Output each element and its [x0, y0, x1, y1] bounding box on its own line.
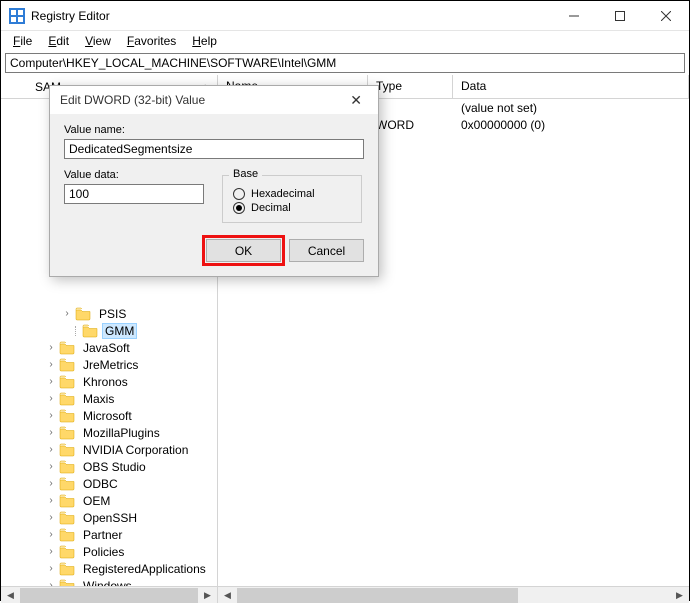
scroll-left-icon[interactable]: ◀	[219, 588, 236, 603]
tree-item[interactable]: › Maxis	[1, 390, 217, 407]
base-group: Base Hexadecimal Decimal	[222, 175, 362, 223]
chevron-right-icon[interactable]: ›	[45, 427, 57, 439]
dialog-close-button[interactable]: ✕	[344, 90, 368, 111]
scroll-right-icon[interactable]: ▶	[199, 588, 216, 603]
tree-item-label: MozillaPlugins	[83, 426, 160, 440]
menu-help[interactable]: Help	[184, 32, 225, 50]
chevron-right-icon[interactable]: ›	[45, 393, 57, 405]
cell-type: WORD	[368, 118, 453, 132]
chevron-right-icon[interactable]: ›	[45, 376, 57, 388]
tree-item-label: PSIS	[99, 307, 126, 321]
tree-item[interactable]: › JreMetrics	[1, 356, 217, 373]
tree-hscroll[interactable]: ◀ ▶	[1, 586, 218, 603]
tree-item[interactable]: › JavaSoft	[1, 339, 217, 356]
address-text: Computer\HKEY_LOCAL_MACHINE\SOFTWARE\Int…	[10, 56, 336, 70]
col-data-header[interactable]: Data	[453, 75, 689, 98]
close-button[interactable]	[643, 1, 689, 30]
tree-item[interactable]: › OEM	[1, 492, 217, 509]
address-bar[interactable]: Computer\HKEY_LOCAL_MACHINE\SOFTWARE\Int…	[5, 53, 685, 73]
value-name-input[interactable]	[64, 139, 364, 159]
tree-item[interactable]: › RegisteredApplications	[1, 560, 217, 577]
window-title: Registry Editor	[31, 9, 551, 23]
menu-favorites[interactable]: Favorites	[119, 32, 184, 50]
tree-item-label: Khronos	[83, 375, 128, 389]
tree-item-label: OpenSSH	[83, 511, 137, 525]
tree-item-label: GMM	[105, 324, 134, 338]
col-type-header[interactable]: Type	[368, 75, 453, 98]
value-name-label: Value name:	[64, 124, 364, 136]
chevron-right-icon[interactable]: ›	[45, 410, 57, 422]
ok-button[interactable]: OK	[206, 239, 281, 262]
tree-item-label: JreMetrics	[83, 358, 138, 372]
chevron-right-icon[interactable]: ›	[45, 580, 57, 587]
tree-item[interactable]: › OpenSSH	[1, 509, 217, 526]
chevron-right-icon[interactable]: ›	[45, 563, 57, 575]
tree-item[interactable]: › Policies	[1, 543, 217, 560]
tree-item[interactable]: › ODBC	[1, 475, 217, 492]
radio-icon	[233, 188, 245, 200]
chevron-right-icon[interactable]: ›	[45, 342, 57, 354]
chevron-right-icon[interactable]: ›	[45, 478, 57, 490]
tree-item[interactable]: › Partner	[1, 526, 217, 543]
cell-data: (value not set)	[453, 101, 689, 115]
menubar: File Edit View Favorites Help	[1, 31, 689, 51]
value-data-label: Value data:	[64, 169, 204, 181]
scroll-thumb[interactable]	[20, 588, 198, 603]
chevron-right-icon[interactable]: ›	[45, 461, 57, 473]
menu-view[interactable]: View	[77, 32, 119, 50]
edit-dword-dialog: Edit DWORD (32-bit) Value ✕ Value name: …	[49, 85, 379, 277]
menu-file[interactable]: File	[5, 32, 40, 50]
tree-item[interactable]: GMM	[1, 322, 217, 339]
chevron-right-icon[interactable]: ›	[45, 359, 57, 371]
chevron-right-icon[interactable]: ›	[45, 512, 57, 524]
chevron-right-icon[interactable]: ›	[45, 546, 57, 558]
radio-icon	[233, 202, 245, 214]
tree-item-label: OBS Studio	[83, 460, 146, 474]
tree-item-label: Maxis	[83, 392, 114, 406]
dialog-titlebar[interactable]: Edit DWORD (32-bit) Value ✕	[50, 86, 378, 114]
dialog-title-text: Edit DWORD (32-bit) Value	[60, 93, 205, 107]
tree-item-label: Policies	[83, 545, 124, 559]
list-hscroll[interactable]: ◀ ▶	[218, 586, 689, 603]
tree-item[interactable]: › Microsoft	[1, 407, 217, 424]
scroll-thumb[interactable]	[237, 588, 518, 603]
tree-item-label: Partner	[83, 528, 122, 542]
tree-item[interactable]: › Windows	[1, 577, 217, 586]
tree-item-label: Microsoft	[83, 409, 132, 423]
minimize-button[interactable]	[551, 1, 597, 30]
tree-item-label: OEM	[83, 494, 110, 508]
regedit-icon	[9, 8, 25, 24]
expander-none	[61, 325, 73, 337]
menu-edit[interactable]: Edit	[40, 32, 77, 50]
base-legend: Base	[229, 168, 262, 180]
chevron-right-icon[interactable]: ›	[45, 444, 57, 456]
maximize-button[interactable]	[597, 1, 643, 30]
tree-item[interactable]: › Khronos	[1, 373, 217, 390]
tree-item[interactable]: › OBS Studio	[1, 458, 217, 475]
tree-item-label: RegisteredApplications	[83, 562, 206, 576]
chevron-right-icon[interactable]: ›	[45, 529, 57, 541]
tree-item-label: JavaSoft	[83, 341, 130, 355]
radio-decimal[interactable]: Decimal	[233, 202, 351, 214]
tree-item-label: NVIDIA Corporation	[83, 443, 188, 457]
chevron-right-icon[interactable]: ›	[45, 495, 57, 507]
chevron-right-icon[interactable]: ›	[61, 308, 73, 320]
tree-item-label: ODBC	[83, 477, 118, 491]
scroll-right-icon[interactable]: ▶	[671, 588, 688, 603]
value-data-input[interactable]	[64, 184, 204, 204]
tree-item-label: Windows	[83, 579, 132, 587]
cancel-button[interactable]: Cancel	[289, 239, 364, 262]
titlebar: Registry Editor	[1, 1, 689, 31]
tree-item[interactable]: › PSIS	[1, 305, 217, 322]
tree-item[interactable]: › MozillaPlugins	[1, 424, 217, 441]
tree-item[interactable]: › NVIDIA Corporation	[1, 441, 217, 458]
cell-data: 0x00000000 (0)	[453, 118, 689, 132]
radio-hexadecimal[interactable]: Hexadecimal	[233, 188, 351, 200]
scroll-left-icon[interactable]: ◀	[2, 588, 19, 603]
